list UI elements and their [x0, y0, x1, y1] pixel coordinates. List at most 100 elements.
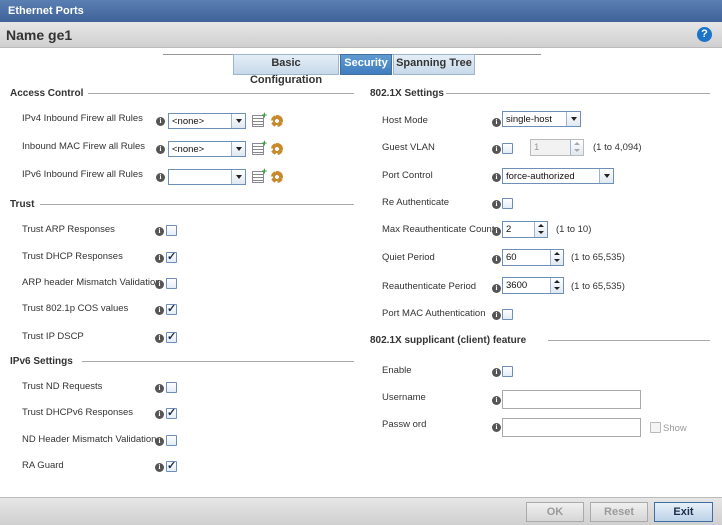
window-title: Ethernet Ports: [0, 0, 722, 22]
guest-vlan-label: Guest VLAN: [382, 142, 435, 153]
section-rule: [40, 204, 354, 205]
ipv4-firewall-label: IPv4 Inbound Firew all Rules: [22, 113, 143, 124]
chevron-down-icon: [566, 112, 580, 126]
stepper-arrows-icon[interactable]: [550, 278, 563, 293]
info-icon[interactable]: i: [492, 145, 501, 154]
dot1x-settings-heading: 802.1X Settings: [370, 88, 444, 99]
info-icon[interactable]: i: [492, 396, 501, 405]
host-mode-label: Host Mode: [382, 115, 428, 126]
info-icon[interactable]: i: [155, 227, 164, 236]
enable-checkbox[interactable]: [502, 366, 513, 377]
trust-dhcp-checkbox[interactable]: [166, 250, 177, 263]
info-icon[interactable]: i: [155, 280, 164, 289]
info-icon[interactable]: i: [155, 334, 164, 343]
reauth-period-stepper[interactable]: 3600: [502, 277, 564, 294]
host-mode-select[interactable]: single-host: [502, 111, 581, 127]
enable-label: Enable: [382, 365, 412, 376]
trust-arp-label: Trust ARP Responses: [22, 224, 115, 235]
trust-cos-label: Trust 802.1p COS values: [22, 303, 129, 314]
info-icon[interactable]: i: [155, 254, 164, 263]
quiet-period-range: (1 to 65,535): [571, 252, 625, 263]
info-icon[interactable]: i: [155, 410, 164, 419]
tab-spanning-tree[interactable]: Spanning Tree: [393, 54, 475, 75]
password-input[interactable]: [502, 418, 641, 437]
info-icon[interactable]: i: [492, 173, 501, 182]
gear-icon[interactable]: [271, 115, 283, 127]
reauthenticate-checkbox[interactable]: [502, 198, 513, 209]
port-mac-auth-label: Port MAC Authentication: [382, 308, 486, 319]
nd-mismatch-label: ND Header Mismatch Validation: [22, 434, 157, 445]
help-icon[interactable]: ?: [697, 27, 712, 42]
info-icon[interactable]: i: [155, 306, 164, 315]
info-icon[interactable]: i: [492, 255, 501, 264]
username-label: Username: [382, 392, 426, 403]
trust-nd-label: Trust ND Requests: [22, 381, 103, 392]
create-rule-icon[interactable]: [252, 166, 267, 183]
info-icon[interactable]: i: [492, 227, 501, 236]
show-password-checkbox[interactable]: [650, 422, 661, 433]
chevron-down-icon: [231, 114, 245, 128]
username-input[interactable]: [502, 390, 641, 409]
trust-heading: Trust: [10, 199, 35, 210]
trust-nd-checkbox[interactable]: [166, 382, 177, 393]
tab-security[interactable]: Security: [340, 54, 392, 75]
stepper-arrows-icon[interactable]: [534, 222, 547, 237]
port-mac-auth-checkbox[interactable]: [502, 309, 513, 320]
info-icon[interactable]: i: [155, 463, 164, 472]
trust-dscp-label: Trust IP DSCP: [22, 331, 84, 342]
ipv4-firewall-select[interactable]: <none>: [168, 113, 246, 129]
info-icon[interactable]: i: [492, 118, 501, 127]
info-icon[interactable]: i: [492, 423, 501, 432]
quiet-period-label: Quiet Period: [382, 252, 435, 263]
reauth-period-label: Reauthenticate Period: [382, 281, 477, 292]
max-reauth-stepper[interactable]: 2: [502, 221, 548, 238]
gear-icon[interactable]: [271, 143, 283, 155]
guest-vlan-checkbox[interactable]: [502, 143, 513, 154]
create-rule-icon[interactable]: [252, 138, 267, 155]
max-reauth-range: (1 to 10): [556, 224, 592, 235]
ra-guard-checkbox[interactable]: [166, 459, 177, 472]
arp-mismatch-checkbox[interactable]: [166, 278, 177, 289]
quiet-period-stepper[interactable]: 60: [502, 249, 564, 266]
section-rule: [82, 361, 354, 362]
trust-arp-checkbox[interactable]: [166, 225, 177, 236]
ipv6-firewall-select[interactable]: [168, 169, 246, 185]
arp-mismatch-label: ARP header Mismatch Validation: [22, 277, 161, 288]
port-control-select[interactable]: force-authorized: [502, 168, 614, 184]
info-icon[interactable]: i: [155, 437, 164, 446]
info-icon[interactable]: i: [156, 117, 165, 126]
trust-dhcpv6-checkbox[interactable]: [166, 406, 177, 419]
tab-basic-configuration[interactable]: Basic Configuration: [233, 54, 339, 86]
gear-icon[interactable]: [271, 171, 283, 183]
mac-firewall-select[interactable]: <none>: [168, 141, 246, 157]
section-rule: [548, 340, 710, 341]
chevron-down-icon: [231, 142, 245, 156]
create-rule-icon[interactable]: [252, 110, 267, 127]
trust-cos-checkbox[interactable]: [166, 302, 177, 315]
info-icon[interactable]: i: [156, 173, 165, 182]
guest-vlan-stepper[interactable]: 1: [530, 139, 584, 156]
trust-dscp-checkbox[interactable]: [166, 330, 177, 343]
info-icon[interactable]: i: [156, 145, 165, 154]
port-control-label: Port Control: [382, 170, 433, 181]
stepper-arrows-icon[interactable]: [550, 250, 563, 265]
info-icon[interactable]: i: [155, 384, 164, 393]
reauthenticate-label: Re Authenticate: [382, 197, 450, 208]
max-reauth-label: Max Reauthenticate Count: [382, 224, 495, 235]
show-password-label: Show: [663, 423, 687, 434]
ra-guard-label: RA Guard: [22, 460, 64, 471]
trust-dhcpv6-label: Trust DHCPv6 Responses: [22, 407, 134, 418]
chevron-down-icon: [599, 169, 613, 183]
ipv6-firewall-label: IPv6 Inbound Firew all Rules: [22, 169, 143, 180]
ok-button[interactable]: OK: [526, 502, 584, 522]
password-label: Passw ord: [382, 419, 427, 430]
mac-firewall-label: Inbound MAC Firew all Rules: [22, 141, 146, 152]
exit-button[interactable]: Exit: [654, 502, 713, 522]
info-icon[interactable]: i: [492, 284, 501, 293]
reset-button[interactable]: Reset: [590, 502, 648, 522]
guest-vlan-range: (1 to 4,094): [593, 142, 642, 153]
info-icon[interactable]: i: [492, 311, 501, 320]
nd-mismatch-checkbox[interactable]: [166, 435, 177, 446]
info-icon[interactable]: i: [492, 368, 501, 377]
info-icon[interactable]: i: [492, 200, 501, 209]
